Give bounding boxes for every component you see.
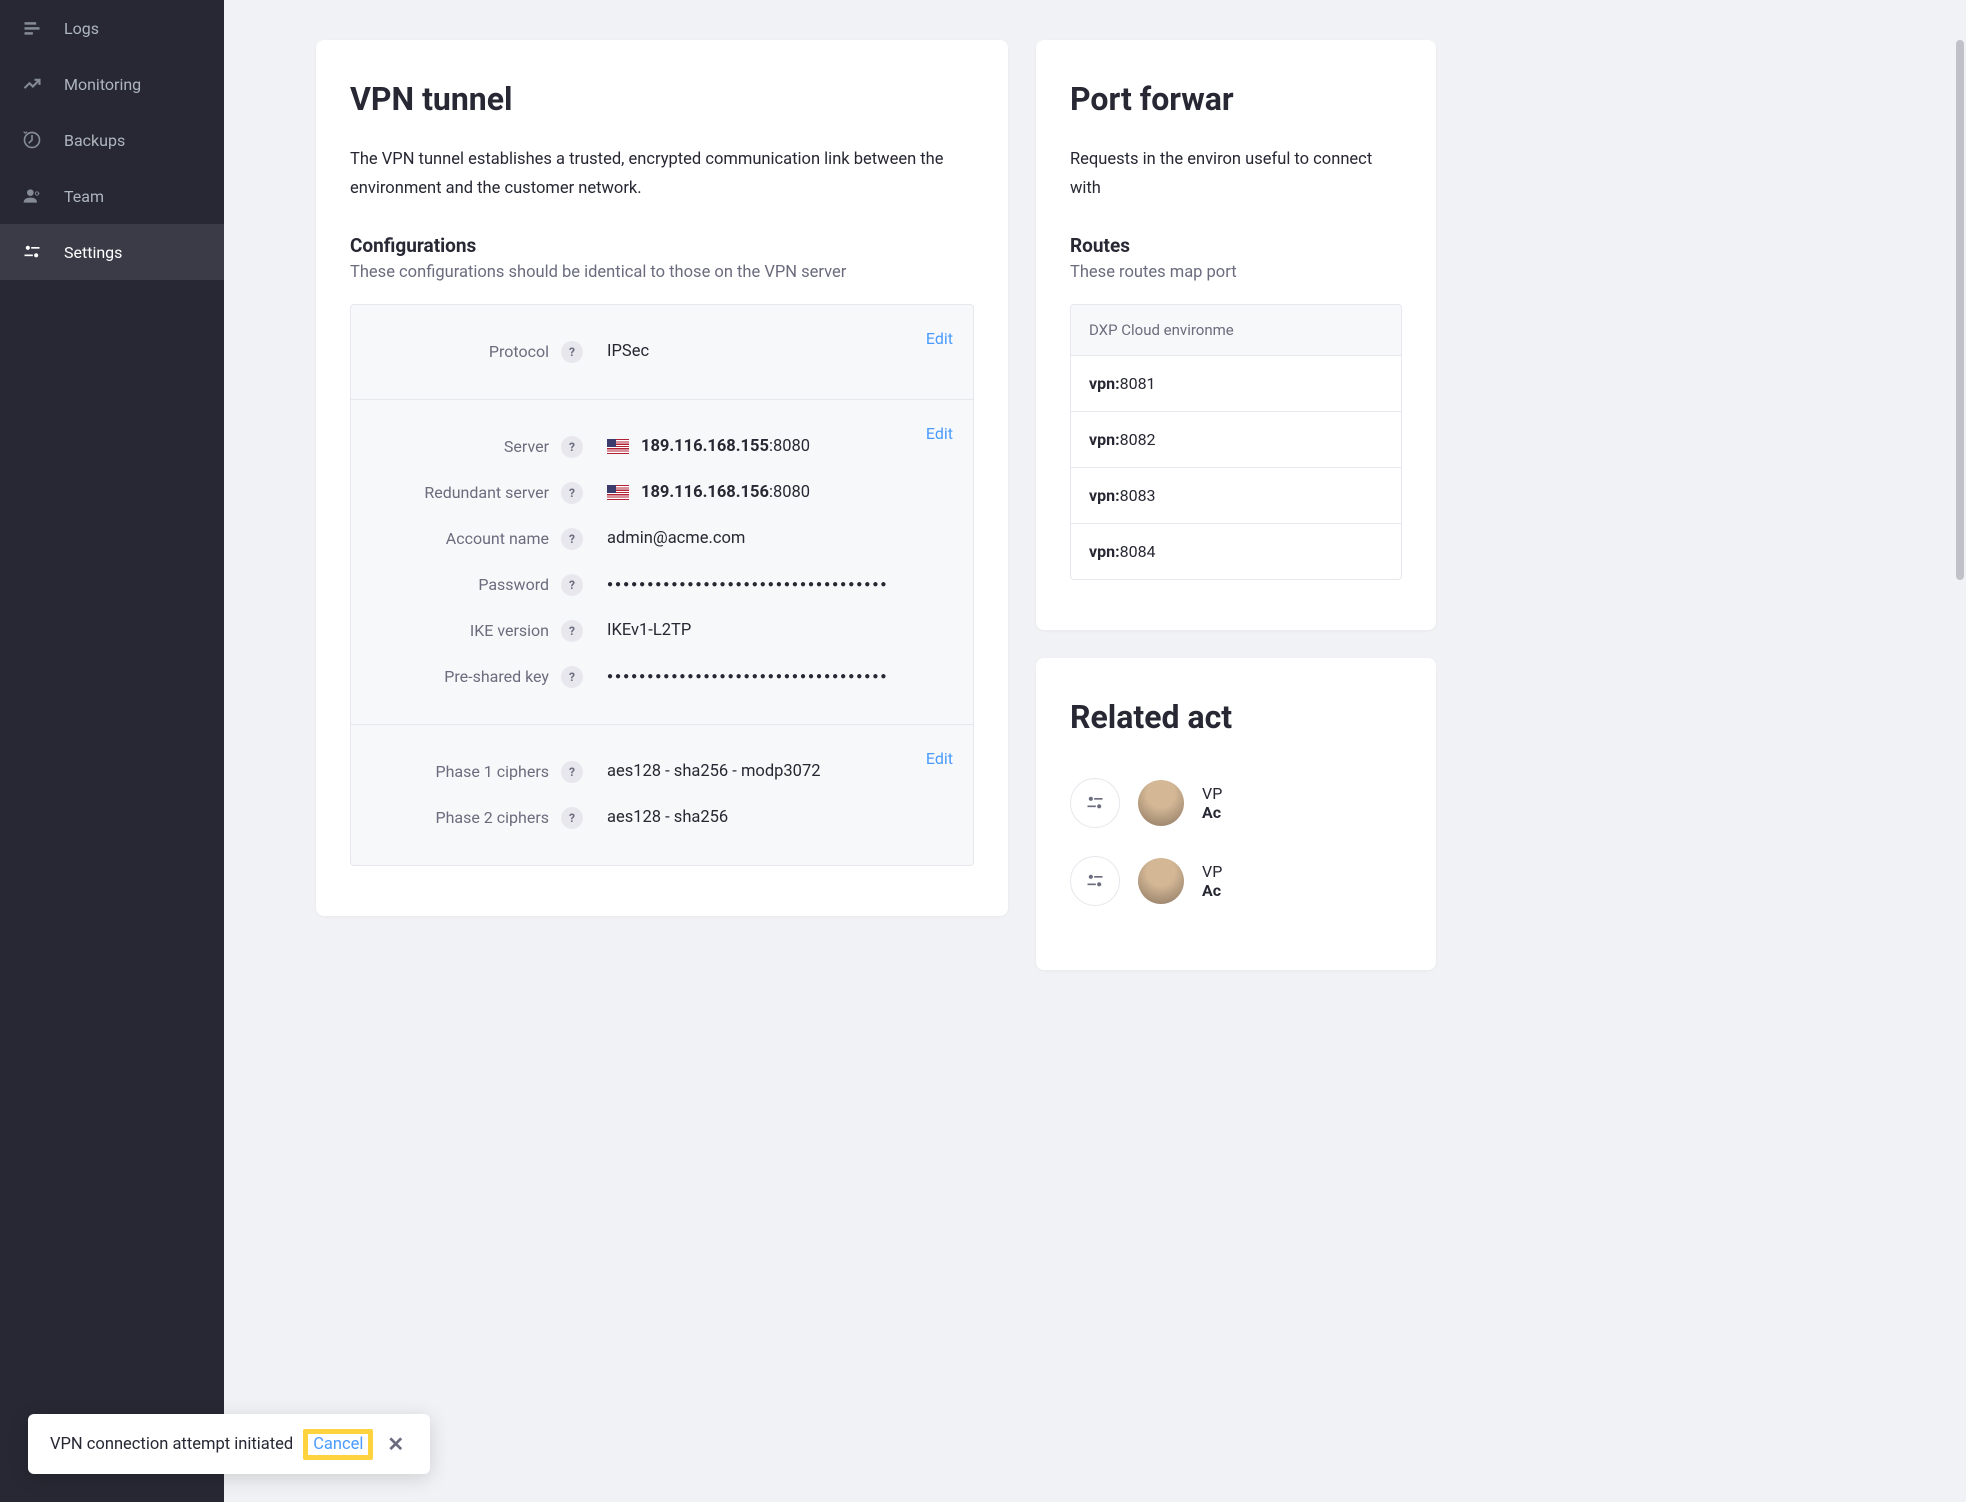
sidebar-item-monitoring[interactable]: Monitoring	[0, 56, 224, 112]
protocol-value: IPSec	[607, 342, 955, 361]
phase1-label: Phase 1 ciphers	[369, 762, 561, 781]
help-icon[interactable]: ?	[561, 341, 583, 363]
phase2-value: aes128 - sha256	[607, 808, 955, 827]
related-activities-card: Related act VPAc VPAc	[1036, 658, 1436, 970]
account-value: admin@acme.com	[607, 529, 955, 548]
toast-cancel-link[interactable]: Cancel	[307, 1433, 369, 1456]
avatar	[1138, 780, 1184, 826]
related-title: Related act	[1070, 698, 1402, 736]
config-row-server: Server ? 189.116.168.155:8080	[369, 424, 955, 470]
server-label: Server	[369, 437, 561, 456]
routes-row[interactable]: vpn:8084	[1071, 524, 1401, 579]
config-row-password: Password ? ●●●●●●●●●●●●●●●●●●●●●●●●●●●●●…	[369, 562, 955, 608]
sidebar-item-label: Team	[64, 187, 104, 206]
phase2-label: Phase 2 ciphers	[369, 808, 561, 827]
config-table: Edit Protocol ? IPSec Edit Server ?	[350, 304, 974, 866]
activity-row[interactable]: VPAc	[1070, 842, 1402, 920]
scrollbar[interactable]	[1956, 40, 1964, 580]
sidebar-item-label: Monitoring	[64, 75, 141, 94]
config-row-redundant: Redundant server ? 189.116.168.156:8080	[369, 470, 955, 516]
us-flag-icon	[607, 485, 629, 500]
help-icon[interactable]: ?	[561, 807, 583, 829]
help-icon[interactable]: ?	[561, 574, 583, 596]
backups-icon	[22, 130, 42, 150]
help-icon[interactable]: ?	[561, 620, 583, 642]
us-flag-icon	[607, 439, 629, 454]
vpn-title: VPN tunnel	[350, 80, 974, 118]
edit-server-link[interactable]: Edit	[926, 424, 953, 443]
sidebar-item-logs[interactable]: Logs	[0, 0, 224, 56]
sidebar-item-settings[interactable]: Settings	[0, 224, 224, 280]
team-icon	[22, 186, 42, 206]
sidebar: Logs Monitoring Backups Team Settings	[0, 0, 224, 1502]
ike-value: IKEv1-L2TP	[607, 621, 955, 640]
monitoring-icon	[22, 74, 42, 94]
config-row-phase2: Phase 2 ciphers ? aes128 - sha256	[369, 795, 955, 841]
help-icon[interactable]: ?	[561, 666, 583, 688]
help-icon[interactable]: ?	[561, 528, 583, 550]
toast-message: VPN connection attempt initiated	[50, 1435, 293, 1454]
sidebar-item-team[interactable]: Team	[0, 168, 224, 224]
activity-row[interactable]: VPAc	[1070, 764, 1402, 842]
account-label: Account name	[369, 529, 561, 548]
settings-icon	[22, 242, 42, 262]
settings-icon	[1070, 856, 1120, 906]
config-row-account: Account name ? admin@acme.com	[369, 516, 955, 562]
port-forwarding-title: Port forwar	[1070, 80, 1402, 118]
main-content: VPN tunnel The VPN tunnel establishes a …	[224, 0, 1966, 1502]
routes-table: DXP Cloud environme vpn:8081 vpn:8082 vp…	[1070, 304, 1402, 580]
config-row-protocol: Protocol ? IPSec	[369, 329, 955, 375]
activity-text: VPAc	[1202, 784, 1222, 822]
ike-label: IKE version	[369, 621, 561, 640]
port-forwarding-desc: Requests in the environ useful to connec…	[1070, 146, 1402, 204]
password-value: ●●●●●●●●●●●●●●●●●●●●●●●●●●●●●●●●●●●	[607, 579, 955, 590]
edit-ciphers-link[interactable]: Edit	[926, 749, 953, 768]
help-icon[interactable]: ?	[561, 761, 583, 783]
config-group-ciphers: Edit Phase 1 ciphers ? aes128 - sha256 -…	[351, 725, 973, 865]
sidebar-item-label: Logs	[64, 19, 99, 38]
config-row-phase1: Phase 1 ciphers ? aes128 - sha256 - modp…	[369, 749, 955, 795]
close-icon[interactable]: ✕	[383, 1432, 408, 1456]
vpn-description: The VPN tunnel establishes a trusted, en…	[350, 146, 974, 204]
server-value: 189.116.168.155:8080	[607, 437, 955, 456]
vpn-tunnel-card: VPN tunnel The VPN tunnel establishes a …	[316, 40, 1008, 916]
routes-table-header: DXP Cloud environme	[1071, 305, 1401, 356]
port-forwarding-card: Port forwar Requests in the environ usef…	[1036, 40, 1436, 630]
psk-label: Pre-shared key	[369, 667, 561, 686]
help-icon[interactable]: ?	[561, 436, 583, 458]
help-icon[interactable]: ?	[561, 482, 583, 504]
config-group-protocol: Edit Protocol ? IPSec	[351, 305, 973, 400]
settings-icon	[1070, 778, 1120, 828]
edit-protocol-link[interactable]: Edit	[926, 329, 953, 348]
routes-row[interactable]: vpn:8081	[1071, 356, 1401, 412]
sidebar-item-label: Backups	[64, 131, 125, 150]
toast-notification: VPN connection attempt initiated Cancel …	[28, 1414, 430, 1474]
config-row-ike: IKE version ? IKEv1-L2TP	[369, 608, 955, 654]
redundant-value: 189.116.168.156:8080	[607, 483, 955, 502]
config-subheading: These configurations should be identical…	[350, 263, 974, 282]
activity-text: VPAc	[1202, 862, 1222, 900]
config-group-server: Edit Server ? 189.116.168.155:8080 Redun…	[351, 400, 973, 725]
config-row-psk: Pre-shared key ? ●●●●●●●●●●●●●●●●●●●●●●●…	[369, 654, 955, 700]
phase1-value: aes128 - sha256 - modp3072	[607, 762, 955, 781]
avatar	[1138, 858, 1184, 904]
routes-row[interactable]: vpn:8083	[1071, 468, 1401, 524]
sidebar-item-label: Settings	[64, 243, 122, 262]
routes-heading: Routes	[1070, 234, 1402, 257]
routes-sub: These routes map port	[1070, 263, 1402, 282]
password-label: Password	[369, 575, 561, 594]
redundant-label: Redundant server	[369, 483, 561, 502]
protocol-label: Protocol	[369, 342, 561, 361]
sidebar-item-backups[interactable]: Backups	[0, 112, 224, 168]
routes-row[interactable]: vpn:8082	[1071, 412, 1401, 468]
psk-value: ●●●●●●●●●●●●●●●●●●●●●●●●●●●●●●●●●●●	[607, 671, 955, 682]
logs-icon	[22, 18, 42, 38]
config-heading: Configurations	[350, 234, 974, 257]
